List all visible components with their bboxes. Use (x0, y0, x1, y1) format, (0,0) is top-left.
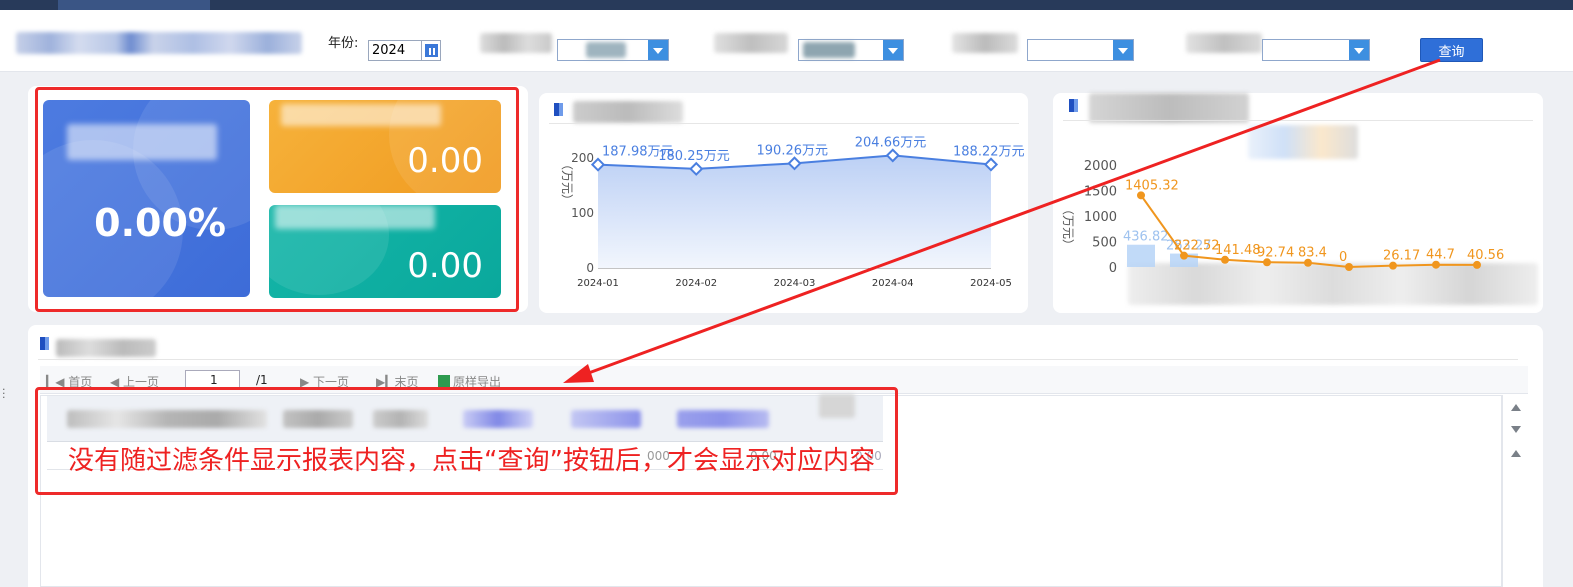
line-data-label: 26.17 (1383, 249, 1420, 264)
trend-data-label: 190.26万元 (757, 143, 829, 158)
chevron-down-icon[interactable] (648, 40, 668, 60)
filter-label-blurred-1 (480, 33, 552, 53)
y-tick-label: 1000 (1084, 210, 1117, 225)
chevron-down-icon[interactable] (1349, 40, 1369, 60)
line-data-label: 1405.32 (1125, 178, 1179, 193)
resize-handle[interactable]: · · · (2, 384, 6, 403)
red-highlight-kpi (35, 87, 519, 312)
y-tick-label: 0 (586, 261, 594, 275)
trend-data-label: 188.22万元 (953, 144, 1025, 159)
x-tick-label: 2024-02 (675, 278, 717, 289)
breakdown-chart: 0500100015002000 436.82263.27 1405.32222… (1061, 159, 1504, 276)
filter-combo-1[interactable] (557, 39, 669, 61)
filter-bar: 年份: 查询 (0, 10, 1573, 72)
filter-label-blurred-2 (714, 33, 788, 53)
scroll-top-icon[interactable] (1511, 450, 1521, 457)
y-tick-label: 2000 (1084, 159, 1117, 174)
breakdown-bar[interactable] (1127, 244, 1155, 267)
line-data-label: 44.7 (1426, 248, 1455, 263)
line-data-label: 0 (1339, 250, 1347, 265)
page-title-blurred (16, 32, 302, 54)
query-button[interactable]: 查询 (1420, 38, 1483, 62)
x-tick-label: 2024-04 (872, 278, 914, 289)
line-data-label: 83.4 (1298, 246, 1327, 261)
y-tick-label: 500 (1092, 236, 1117, 251)
filter-combo-3[interactable] (1027, 39, 1134, 61)
chevron-down-icon[interactable] (1113, 40, 1133, 60)
trend-area (598, 155, 991, 268)
y-tick-label: 100 (571, 206, 594, 220)
annotation-text: 没有随过滤条件显示报表内容，点击“查询”按钮后，才会显示对应内容 (68, 446, 875, 476)
page-total: /1 (256, 373, 268, 387)
line-data-label: 141.48 (1215, 243, 1261, 258)
filter-combo-4[interactable] (1262, 39, 1370, 61)
chart1-ylabel: （万元） (560, 158, 574, 206)
calendar-icon[interactable] (422, 40, 441, 61)
x-tick-label: 2024-01 (577, 278, 619, 289)
filter-label-blurred-3 (952, 33, 1018, 53)
chevron-down-icon[interactable] (883, 40, 903, 60)
trend-data-label: 180.25万元 (658, 149, 730, 164)
year-input[interactable] (368, 40, 422, 61)
trend-data-label: 204.66万元 (855, 135, 927, 150)
monthly-trend-chart: 187.98万元180.25万元 190.26万元204.66万元188.22万元… (560, 135, 1025, 289)
line-data-label: 222.52 (1174, 239, 1220, 254)
year-label: 年份: (328, 36, 359, 51)
filter-combo-2[interactable] (798, 39, 904, 61)
bar-data-label: 436.82 (1123, 230, 1169, 245)
x-tick-label: 2024-05 (970, 278, 1012, 289)
chart2-ylabel: （万元） (1061, 203, 1075, 251)
scroll-up-icon[interactable] (1511, 404, 1521, 411)
scroll-down-icon[interactable] (1511, 426, 1521, 433)
report-title-blurred (56, 339, 156, 357)
y-tick-label: 0 (1109, 261, 1117, 276)
y-tick-label: 1500 (1084, 185, 1117, 200)
report-scrollbar[interactable] (1502, 395, 1528, 587)
top-active-tab[interactable] (58, 0, 210, 10)
panel-icon (40, 337, 49, 350)
filter-label-blurred-4 (1186, 33, 1262, 53)
line-data-label: 40.56 (1467, 248, 1504, 263)
top-strip (0, 0, 1573, 10)
line-data-label: 92.74 (1257, 245, 1294, 260)
x-tick-label: 2024-03 (774, 278, 816, 289)
